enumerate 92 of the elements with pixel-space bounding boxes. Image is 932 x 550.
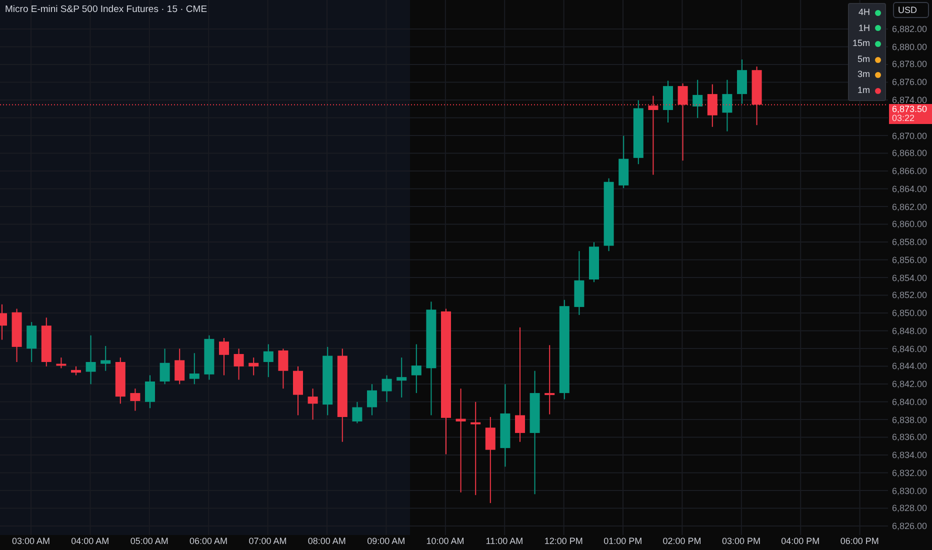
candlestick bbox=[633, 100, 644, 165]
candlestick bbox=[707, 84, 718, 128]
price-label: 6,874.00 bbox=[892, 94, 928, 105]
candlestick bbox=[41, 317, 52, 367]
candlestick bbox=[411, 344, 422, 394]
candlestick bbox=[752, 66, 762, 126]
last-price: 6,873.50 bbox=[892, 104, 928, 114]
candlestick bbox=[574, 250, 584, 316]
candlestick bbox=[130, 388, 140, 412]
time-label: 04:00 PM bbox=[780, 535, 821, 548]
price-label: 6,844.00 bbox=[892, 361, 928, 372]
candlestick bbox=[145, 374, 155, 409]
time-label: 03:00 AM bbox=[10, 535, 51, 548]
candlestick bbox=[322, 346, 333, 416]
candlestick bbox=[263, 344, 274, 378]
time-label: 09:00 AM bbox=[366, 535, 406, 548]
price-label: 6,846.00 bbox=[892, 344, 928, 354]
price-label: 6,860.00 bbox=[892, 219, 928, 230]
price-label: 6,870.00 bbox=[892, 130, 928, 141]
candlestick bbox=[722, 79, 732, 132]
candlestick bbox=[663, 80, 673, 123]
price-label: 6,862.00 bbox=[892, 202, 928, 212]
time-label: 06:00 PM bbox=[839, 535, 880, 548]
currency-button[interactable]: USD bbox=[893, 2, 929, 18]
time-label: 01:00 PM bbox=[602, 535, 644, 548]
candlestick bbox=[293, 366, 303, 416]
price-label: 6,848.00 bbox=[892, 326, 928, 336]
price-label: 6,868.00 bbox=[892, 148, 928, 158]
candlestick bbox=[737, 58, 747, 104]
candlestick bbox=[189, 352, 200, 385]
price-label: 6,866.00 bbox=[892, 166, 928, 176]
candlestick bbox=[692, 79, 703, 118]
candlestick bbox=[618, 135, 629, 189]
price-label: 6,856.00 bbox=[892, 254, 928, 265]
candlestick bbox=[86, 334, 96, 385]
price-label: 6,864.00 bbox=[892, 184, 928, 194]
candlestick bbox=[100, 346, 111, 372]
time-label: 07:00 AM bbox=[248, 535, 288, 548]
candlestick bbox=[367, 384, 377, 416]
time-label: 02:00 PM bbox=[662, 535, 702, 548]
candlestick bbox=[278, 348, 288, 390]
time-label: 12:00 PM bbox=[543, 535, 584, 548]
time-label: 06:00 AM bbox=[188, 535, 229, 548]
countdown: 03:22 bbox=[892, 114, 915, 123]
time-label: 05:00 AM bbox=[129, 535, 170, 548]
price-label: 6,852.00 bbox=[892, 290, 928, 300]
candlestick bbox=[174, 348, 185, 385]
timeframe-label: 3m bbox=[857, 68, 870, 82]
timeframe-label: 4H bbox=[858, 6, 870, 20]
candlestick bbox=[160, 348, 170, 385]
candlestick bbox=[234, 348, 244, 380]
price-label: 6,880.00 bbox=[892, 42, 928, 52]
price-label: 6,838.00 bbox=[892, 414, 928, 425]
price-label: 6,882.00 bbox=[892, 24, 928, 34]
price-label: 6,826.00 bbox=[892, 521, 928, 532]
candlestick bbox=[352, 401, 362, 424]
price-label: 6,828.00 bbox=[892, 503, 928, 514]
price-label: 6,830.00 bbox=[892, 486, 928, 496]
time-label: 10:00 AM bbox=[425, 535, 466, 548]
price-label: 6,850.00 bbox=[892, 308, 928, 318]
time-label: 04:00 AM bbox=[70, 535, 110, 548]
price-label: 6,840.00 bbox=[892, 396, 928, 407]
candlestick bbox=[396, 357, 407, 398]
candlestick bbox=[382, 374, 392, 402]
price-label: 6,834.00 bbox=[892, 450, 928, 460]
timeframe-label: 5m bbox=[857, 52, 870, 66]
price-label: 6,878.00 bbox=[892, 59, 928, 70]
candlestick bbox=[248, 357, 259, 376]
candlestick bbox=[204, 334, 214, 380]
price-label: 6,854.00 bbox=[892, 272, 928, 283]
candlestick bbox=[71, 366, 81, 376]
price-label: 6,858.00 bbox=[892, 237, 928, 248]
time-label: 11:00 AM bbox=[484, 535, 524, 548]
candlestick bbox=[308, 388, 318, 420]
price-label: 6,842.00 bbox=[892, 379, 928, 390]
chart-title: Micro E-mini S&P 500 Index Futures · 15 · CME bbox=[5, 3, 208, 17]
candlestick bbox=[56, 357, 66, 369]
price-label: 6,836.00 bbox=[892, 432, 928, 442]
candlestick bbox=[115, 357, 126, 404]
candlestick bbox=[219, 338, 229, 376]
timeframe-label: 1H bbox=[858, 22, 870, 35]
candlestick bbox=[544, 344, 555, 415]
price-label: 6,832.00 bbox=[892, 468, 928, 478]
timeframe-label: 15m bbox=[852, 37, 870, 50]
price-label: 6,876.00 bbox=[892, 77, 928, 88]
time-label: 03:00 PM bbox=[720, 535, 762, 548]
time-label: 08:00 AM bbox=[306, 535, 347, 548]
candlestick bbox=[589, 242, 599, 283]
timeframe-label: 1m bbox=[857, 84, 870, 98]
candlestick bbox=[12, 308, 22, 362]
candlestick bbox=[0, 304, 7, 340]
candlestick bbox=[26, 322, 37, 362]
